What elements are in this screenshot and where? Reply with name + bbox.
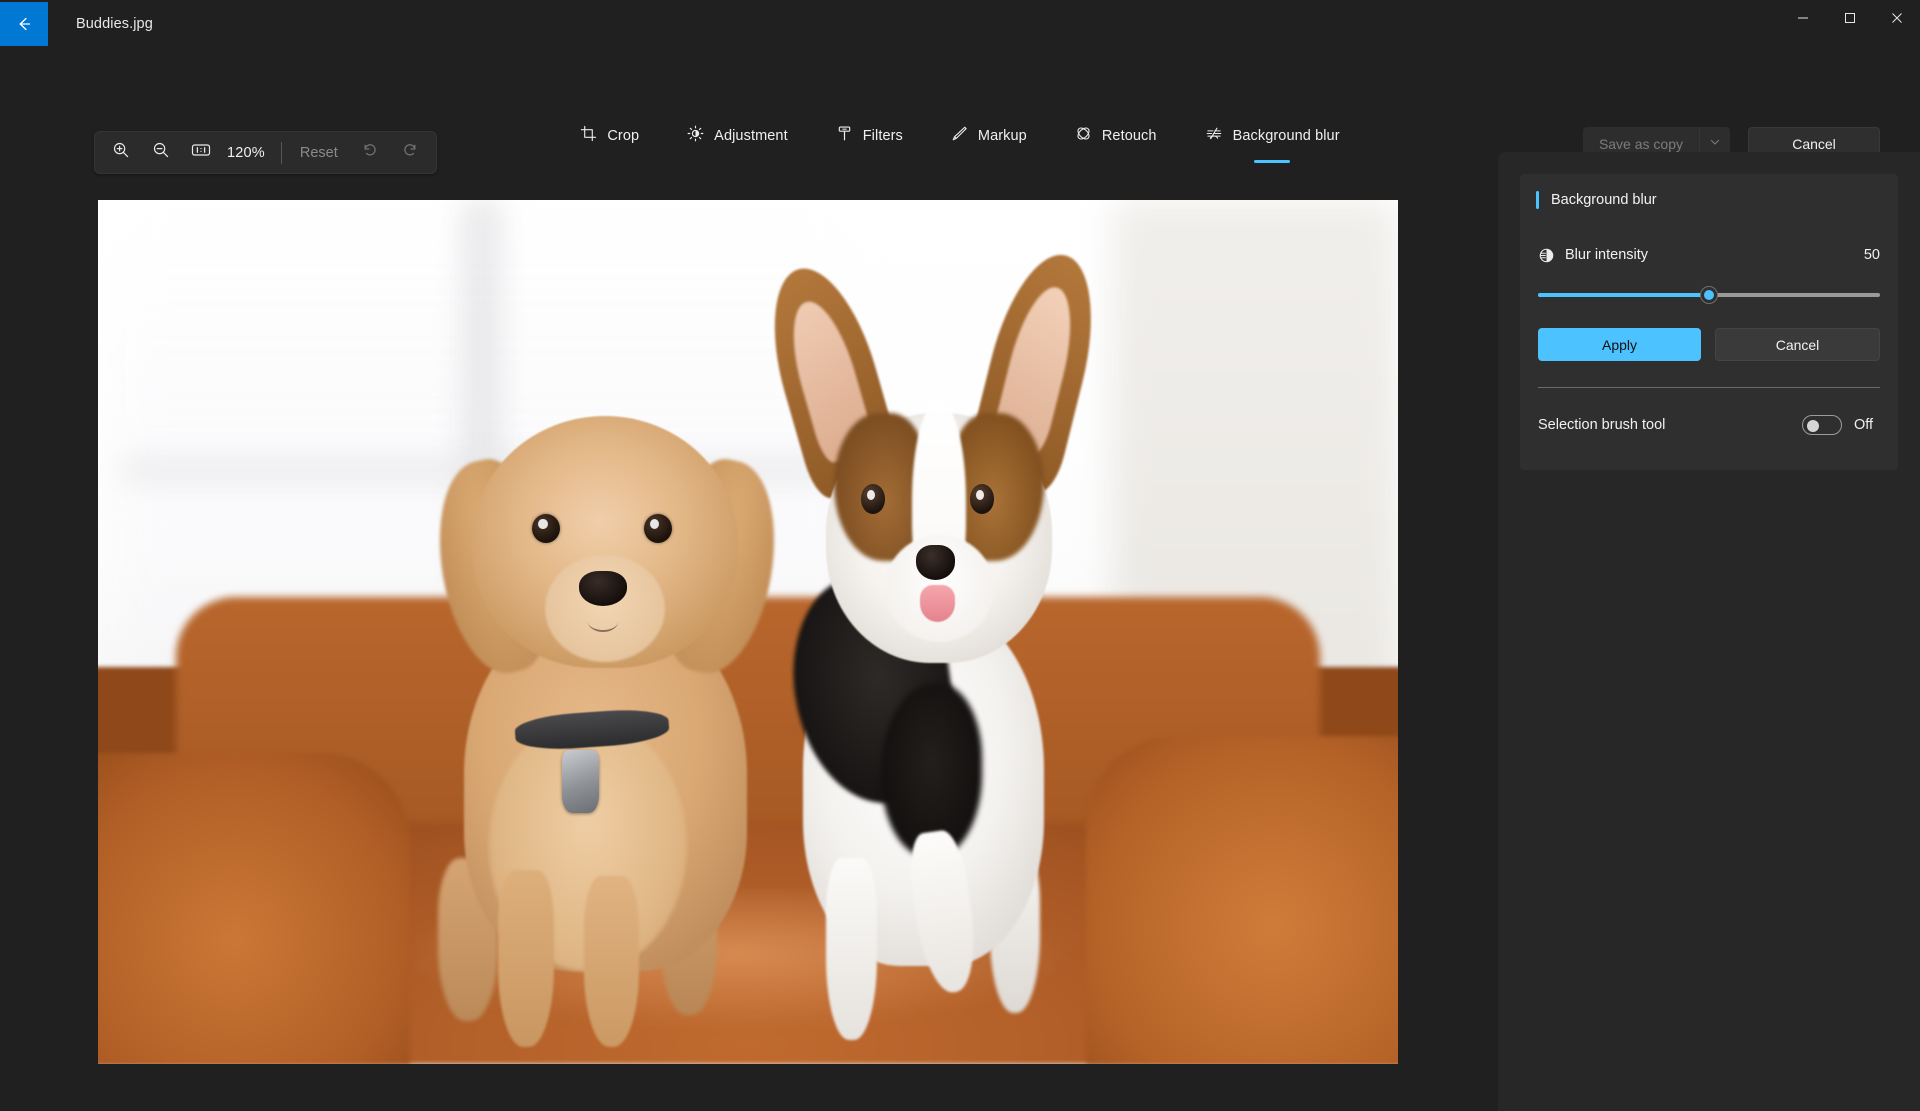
toggle-knob (1807, 420, 1819, 432)
blur-intensity-label: Blur intensity (1565, 247, 1649, 263)
selection-brush-row: Selection brush tool Off (1520, 402, 1898, 448)
panel-title: Background blur (1551, 192, 1657, 208)
back-button[interactable] (0, 2, 48, 46)
command-bar: 120% Reset Crop Adjustment Filters Marku… (0, 48, 1920, 174)
selection-brush-label: Selection brush tool (1538, 417, 1666, 433)
maximize-button[interactable] (1826, 0, 1873, 40)
minimize-icon (1797, 11, 1809, 29)
maximize-icon (1844, 11, 1856, 29)
window-controls (1779, 0, 1920, 40)
panel-header: Background blur (1520, 174, 1898, 226)
selection-brush-toggle[interactable] (1802, 415, 1842, 435)
blur-intensity-value: 50 (1863, 247, 1880, 263)
panel-divider (1538, 387, 1880, 388)
contrast-circle-icon (1538, 247, 1555, 264)
close-button[interactable] (1873, 0, 1920, 40)
slider-thumb[interactable] (1701, 287, 1717, 303)
image-preview[interactable] (98, 200, 1398, 1064)
photo-dog-corgi (748, 243, 1138, 1047)
file-name-title: Buddies.jpg (76, 16, 153, 32)
panel-button-row: Apply Cancel (1520, 306, 1898, 361)
arrow-left-icon (15, 15, 33, 33)
slider-fill (1538, 293, 1709, 297)
blur-intensity-slider[interactable] (1538, 284, 1880, 306)
blur-intensity-row: Blur intensity 50 (1520, 238, 1898, 272)
background-blur-panel: Background blur Blur intensity 50 Apply … (1498, 152, 1920, 1111)
title-bar: Buddies.jpg (0, 0, 1920, 48)
minimize-button[interactable] (1779, 0, 1826, 40)
panel-cancel-button[interactable]: Cancel (1715, 328, 1880, 361)
apply-button[interactable]: Apply (1538, 328, 1701, 361)
panel-card: Background blur Blur intensity 50 Apply … (1520, 174, 1898, 470)
canvas-area (0, 128, 1480, 1111)
chevron-down-icon (1709, 135, 1721, 153)
selection-brush-state: Off (1854, 417, 1874, 433)
close-icon (1891, 11, 1903, 29)
panel-accent-bar (1536, 191, 1539, 209)
